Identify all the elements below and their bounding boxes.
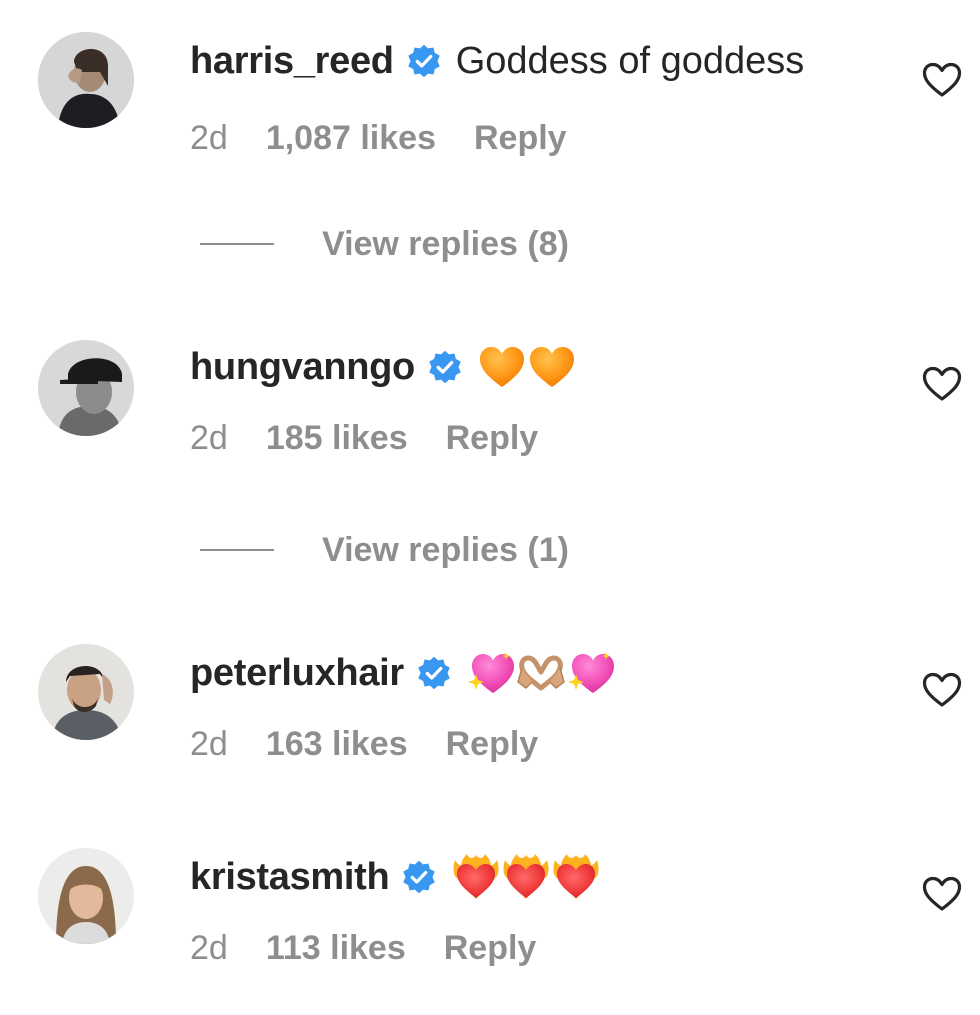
- like-heart-icon[interactable]: [922, 366, 962, 402]
- verified-badge-icon: [401, 859, 437, 895]
- verified-badge-icon: [406, 43, 442, 79]
- comment-header: harris_reed Goddess of goddess: [190, 32, 804, 90]
- reply-button[interactable]: Reply: [446, 725, 539, 764]
- heart-on-fire-emoji-icon: [501, 852, 551, 902]
- timestamp: 2d: [190, 928, 228, 967]
- timestamp: 2d: [190, 724, 228, 763]
- verified-badge-icon: [416, 655, 452, 691]
- reply-button[interactable]: Reply: [474, 119, 567, 158]
- view-replies-label: View replies (1): [322, 530, 569, 569]
- orange-heart-emoji-icon: [527, 342, 577, 392]
- view-replies-button[interactable]: View replies (8): [200, 222, 569, 266]
- comment-meta: 2d 163 likes Reply: [190, 722, 538, 766]
- reply-button[interactable]: Reply: [446, 419, 539, 458]
- sparkling-heart-emoji-icon: [466, 648, 516, 698]
- comment-emojis: [451, 852, 601, 902]
- heart-on-fire-emoji-icon: [551, 852, 601, 902]
- comment-text: Goddess of goddess: [455, 39, 805, 82]
- timestamp: 2d: [190, 118, 228, 157]
- comment-meta: 2d 113 likes Reply: [190, 926, 536, 970]
- divider-dash: [200, 243, 274, 245]
- comment-header: peterluxhair: [190, 644, 616, 702]
- avatar[interactable]: [38, 32, 134, 128]
- orange-heart-emoji-icon: [477, 342, 527, 392]
- heart-on-fire-emoji-icon: [451, 852, 501, 902]
- divider-dash: [200, 549, 274, 551]
- likes-count[interactable]: 163 likes: [266, 725, 408, 764]
- heart-hands-emoji-icon: [516, 648, 566, 698]
- username[interactable]: kristasmith: [190, 856, 390, 899]
- username[interactable]: hungvanngo: [190, 346, 415, 389]
- view-replies-button[interactable]: View replies (1): [200, 528, 569, 572]
- avatar[interactable]: [38, 848, 134, 944]
- avatar[interactable]: [38, 340, 134, 436]
- likes-count[interactable]: 1,087 likes: [266, 119, 436, 158]
- view-replies-label: View replies (8): [322, 224, 569, 263]
- reply-button[interactable]: Reply: [444, 929, 537, 968]
- timestamp: 2d: [190, 418, 228, 457]
- comment-meta: 2d 1,087 likes Reply: [190, 116, 567, 160]
- comment-emojis: [466, 648, 616, 698]
- comment-header: kristasmith: [190, 848, 601, 906]
- like-heart-icon[interactable]: [922, 62, 962, 98]
- like-heart-icon[interactable]: [922, 876, 962, 912]
- verified-badge-icon: [427, 349, 463, 385]
- sparkling-heart-emoji-icon: [566, 648, 616, 698]
- comment-header: hungvanngo: [190, 338, 577, 396]
- like-heart-icon[interactable]: [922, 672, 962, 708]
- comment-meta: 2d 185 likes Reply: [190, 416, 538, 460]
- likes-count[interactable]: 185 likes: [266, 419, 408, 458]
- likes-count[interactable]: 113 likes: [266, 929, 406, 968]
- username[interactable]: peterluxhair: [190, 652, 404, 695]
- username[interactable]: harris_reed: [190, 40, 394, 83]
- avatar[interactable]: [38, 644, 134, 740]
- comment-emojis: [477, 342, 577, 392]
